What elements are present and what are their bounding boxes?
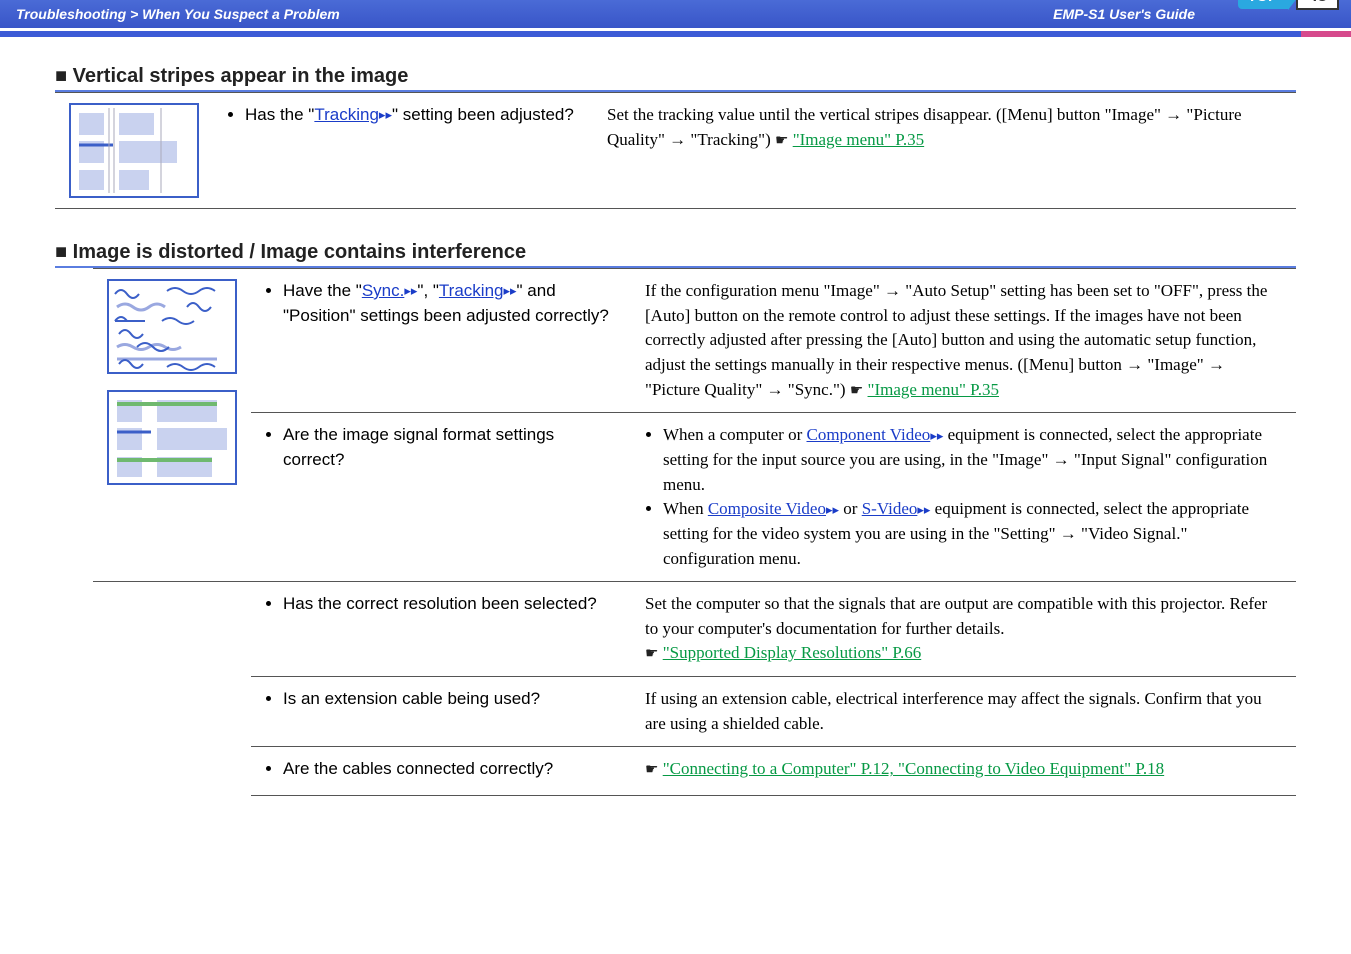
top-badge-group: TOP 48 [1238,0,1340,10]
glossary-link-composite-video[interactable]: Composite Video [708,499,826,518]
answer-text-part: or [839,499,862,518]
question-text: Has the "Tracking▸▸" setting been adjust… [245,103,579,128]
question-cell: Has the "Tracking▸▸" setting been adjust… [213,93,593,209]
hand-icon: ☛ [775,133,788,149]
question-cell: Has the correct resolution been selected… [251,582,631,677]
hand-icon: ☛ [645,762,658,778]
answer-text-part: When a computer or [663,425,807,444]
answer-text-part: Set the tracking value until the vertica… [607,105,1242,149]
glossary-link-sync[interactable]: Sync. [362,281,405,300]
symptom-icon-cell [55,93,213,209]
answer-cell: If using an extension cable, electrical … [631,677,1296,747]
glossary-link-tracking[interactable]: Tracking [314,105,379,124]
vertical-stripes-icon [69,103,199,198]
answer-bullet: When Composite Video▸▸ or S-Video▸▸ equi… [663,497,1282,571]
answer-text-part: When [663,499,708,518]
table-stripes: Has the "Tracking▸▸" setting been adjust… [55,92,1296,209]
glossary-icon: ▸▸ [503,282,516,301]
q-text-part: Have the " [283,281,362,300]
header-underline-accent [1301,31,1351,37]
question-cell: Have the "Sync.▸▸", "Tracking▸▸" and "Po… [251,269,631,413]
question-text: Is an extension cable being used? [283,687,617,712]
hand-icon: ☛ [850,383,863,399]
empty-cell [93,747,251,796]
section-title-distorted: ■ Image is distorted / Image contains in… [55,241,1296,268]
distorted-image-icon [107,279,237,374]
question-cell: Are the cables connected correctly? [251,747,631,796]
ref-link-image-menu[interactable]: "Image menu" P.35 [793,130,924,149]
answer-text-part: If using an extension cable, electrical … [645,689,1262,733]
question-cell: Are the image signal format settings cor… [251,413,631,582]
indented-table-wrapper: Have the "Sync.▸▸", "Tracking▸▸" and "Po… [93,268,1296,796]
table-row: Has the "Tracking▸▸" setting been adjust… [55,93,1296,209]
question-text: Are the cables connected correctly? [283,757,617,782]
answer-cell: When a computer or Component Video▸▸ equ… [631,413,1296,582]
page-content: ■ Vertical stripes appear in the image [0,37,1351,816]
ref-link-resolutions[interactable]: "Supported Display Resolutions" P.66 [663,643,922,662]
table-row: Is an extension cable being used? If usi… [93,677,1296,747]
glossary-link-s-video[interactable]: S-Video [862,499,918,518]
answer-cell: If the configuration menu "Image" → "Aut… [631,269,1296,413]
table-row: Are the cables connected correctly? ☛ "C… [93,747,1296,796]
top-link-ribbon[interactable]: TOP [1238,0,1289,9]
answer-text-part: Set the computer so that the signals tha… [645,594,1267,638]
q-text-part: Has the " [245,105,314,124]
table-row: Have the "Sync.▸▸", "Tracking▸▸" and "Po… [93,269,1296,413]
section-title-stripes: ■ Vertical stripes appear in the image [55,65,1296,92]
page-number: 48 [1296,0,1339,10]
guide-title: EMP-S1 User's Guide [1053,6,1195,22]
glossary-icon: ▸▸ [379,106,392,125]
question-cell: Is an extension cable being used? [251,677,631,747]
empty-cell [93,582,251,677]
q-text-part: ", " [417,281,439,300]
breadcrumb: Troubleshooting > When You Suspect a Pro… [16,6,1053,22]
ref-link-connecting[interactable]: "Connecting to a Computer" P.12, "Connec… [663,759,1164,778]
table-row: Are the image signal format settings cor… [93,413,1296,582]
glossary-icon: ▸▸ [930,427,943,446]
glossary-icon: ▸▸ [826,501,839,520]
header-bar: Troubleshooting > When You Suspect a Pro… [0,0,1351,28]
glossary-link-component-video[interactable]: Component Video [807,425,931,444]
table-distorted: Have the "Sync.▸▸", "Tracking▸▸" and "Po… [93,268,1296,796]
hand-icon: ☛ [645,646,658,662]
interference-image-icon [107,390,237,485]
answer-cell: ☛ "Connecting to a Computer" P.12, "Conn… [631,747,1296,796]
ref-link-image-menu[interactable]: "Image menu" P.35 [868,380,999,399]
glossary-icon: ▸▸ [917,501,930,520]
answer-cell: Set the computer so that the signals tha… [631,582,1296,677]
table-row: Has the correct resolution been selected… [93,582,1296,677]
answer-cell: Set the tracking value until the vertica… [593,93,1296,209]
question-text: Are the image signal format settings cor… [283,423,617,472]
glossary-icon: ▸▸ [404,282,417,301]
symptom-icon-cell [93,269,251,582]
answer-bullet: When a computer or Component Video▸▸ equ… [663,423,1282,497]
question-text: Have the "Sync.▸▸", "Tracking▸▸" and "Po… [283,279,617,328]
empty-cell [93,677,251,747]
question-text: Has the correct resolution been selected… [283,592,617,617]
q-text-part: " setting been adjusted? [392,105,574,124]
glossary-link-tracking[interactable]: Tracking [439,281,504,300]
